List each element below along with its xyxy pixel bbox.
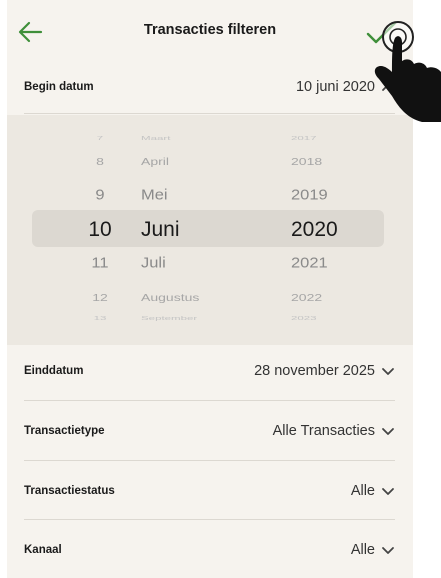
picker-day-item[interactable]: 12 (77, 292, 123, 303)
chevron-down-icon[interactable] (381, 544, 395, 556)
row-label: Einddatum (24, 365, 84, 377)
row-value: Alle Transacties (272, 423, 375, 439)
picker-month-item[interactable]: Juni (141, 219, 271, 240)
chevron-down-icon[interactable] (381, 365, 395, 377)
picker-day-item[interactable]: 8 (77, 156, 123, 167)
row-value: 28 november 2025 (254, 363, 375, 379)
date-picker[interactable]: 7 8 9 10 11 12 13 Maart April Mei Juni Juli Augustu… (7, 115, 413, 345)
chevron-down-icon[interactable] (381, 425, 395, 437)
picker-month-item[interactable]: Mei (141, 187, 271, 202)
chevron-down-icon[interactable] (381, 485, 395, 497)
transactietype-row[interactable]: Transactietype Alle Transacties (7, 408, 413, 454)
picker-year-item[interactable]: 2018 (291, 156, 371, 167)
picker-year-item[interactable]: 2022 (291, 292, 371, 303)
kanaal-row[interactable]: Kanaal Alle (7, 527, 413, 573)
picker-day-item[interactable]: 7 (77, 136, 123, 142)
picker-year-item[interactable]: 2017 (291, 136, 371, 142)
picker-month-item[interactable]: Juli (141, 255, 271, 270)
divider (24, 400, 395, 401)
divider (24, 519, 395, 520)
row-label: Kanaal (24, 544, 62, 556)
picker-day-column[interactable]: 7 8 9 10 11 12 13 (77, 115, 123, 345)
row-value: Alle (350, 483, 375, 499)
picker-year-item[interactable]: 2020 (291, 219, 371, 240)
divider (24, 460, 395, 461)
picker-year-item[interactable]: 2019 (291, 187, 371, 202)
begin-datum-label: Begin datum (24, 81, 94, 93)
picker-month-item[interactable]: Maart (141, 136, 271, 142)
picker-day-item[interactable]: 10 (77, 219, 123, 240)
transactiestatus-row[interactable]: Transactiestatus Alle (7, 468, 413, 514)
picker-day-item[interactable]: 11 (77, 255, 123, 270)
picker-month-column[interactable]: Maart April Mei Juni Juli Augustus September (141, 115, 271, 345)
picker-day-item[interactable]: 13 (77, 316, 123, 322)
picker-day-item[interactable]: 9 (77, 187, 123, 202)
divider (24, 113, 395, 114)
picker-year-item[interactable]: 2021 (291, 255, 371, 270)
row-label: Transactietype (24, 425, 105, 437)
picker-month-item[interactable]: September (141, 316, 271, 322)
einddatum-row[interactable]: Einddatum 28 november 2025 (7, 348, 413, 394)
row-value: Alle (350, 542, 375, 558)
picker-month-item[interactable]: Augustus (141, 292, 271, 303)
row-label: Transactiestatus (24, 485, 115, 497)
picker-month-item[interactable]: April (141, 156, 271, 167)
picker-year-column[interactable]: 2017 2018 2019 2020 2021 2022 2023 (291, 115, 371, 345)
tap-hand-icon (374, 21, 441, 122)
picker-year-item[interactable]: 2023 (291, 316, 371, 322)
